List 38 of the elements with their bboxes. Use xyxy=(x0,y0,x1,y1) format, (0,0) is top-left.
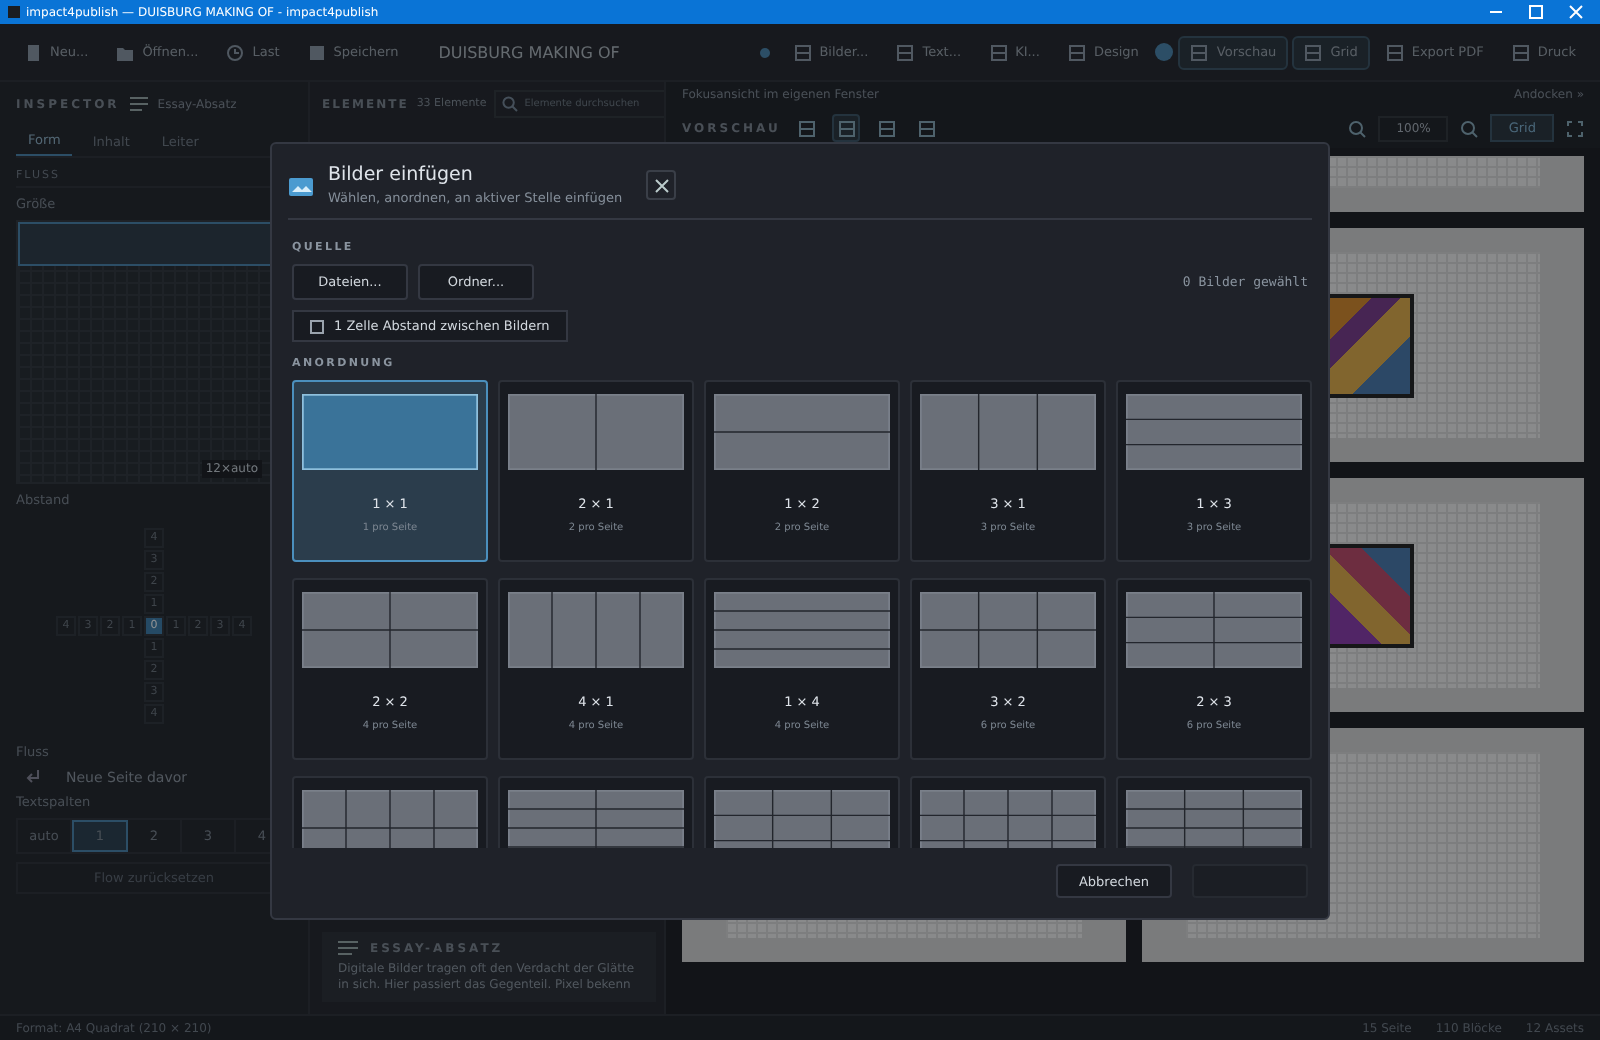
layout-preview-icon xyxy=(714,394,890,470)
clock-icon xyxy=(226,43,245,61)
layout-preview-icon xyxy=(1126,394,1302,470)
layout-preview-icon xyxy=(714,790,890,848)
folder-icon xyxy=(116,43,135,61)
view-mode-button[interactable] xyxy=(832,114,861,142)
layout-preview-icon xyxy=(920,790,1096,848)
layout-icon xyxy=(877,119,896,137)
maximize-icon[interactable] xyxy=(1528,4,1544,20)
layout-preview-icon xyxy=(302,394,478,470)
zoom-out-icon[interactable] xyxy=(1348,119,1367,137)
paragraph-icon xyxy=(129,96,148,112)
layout-preview-icon xyxy=(714,592,890,668)
close-icon[interactable] xyxy=(1568,4,1584,20)
return-icon xyxy=(24,768,42,786)
layout-preview-icon xyxy=(302,592,478,668)
zoom-in-icon[interactable] xyxy=(1460,119,1479,137)
document-title: DUISBURG MAKING OF xyxy=(438,43,620,61)
paragraph-icon xyxy=(338,940,358,956)
layout-icon xyxy=(837,119,856,137)
layout-preview-icon xyxy=(1126,790,1302,848)
checkbox[interactable] xyxy=(310,319,324,333)
close-button[interactable] xyxy=(646,170,677,200)
layout-preview-icon xyxy=(508,592,684,668)
layout-preview-icon xyxy=(1126,592,1302,668)
app-icon xyxy=(8,6,20,18)
layout-preview-icon xyxy=(920,394,1096,470)
close-icon xyxy=(653,177,670,193)
fullscreen-icon[interactable] xyxy=(1566,119,1584,137)
dialog-title: Bilder einfügen xyxy=(328,164,475,186)
layout-preview-icon xyxy=(920,592,1096,668)
status-dot-icon xyxy=(759,47,770,57)
layout-preview-icon xyxy=(508,790,684,848)
layout-preview-icon xyxy=(302,790,478,848)
layout-icon xyxy=(797,119,816,137)
layout-icon xyxy=(917,119,936,137)
layout-preview-icon xyxy=(508,394,684,470)
search-icon xyxy=(502,96,519,112)
